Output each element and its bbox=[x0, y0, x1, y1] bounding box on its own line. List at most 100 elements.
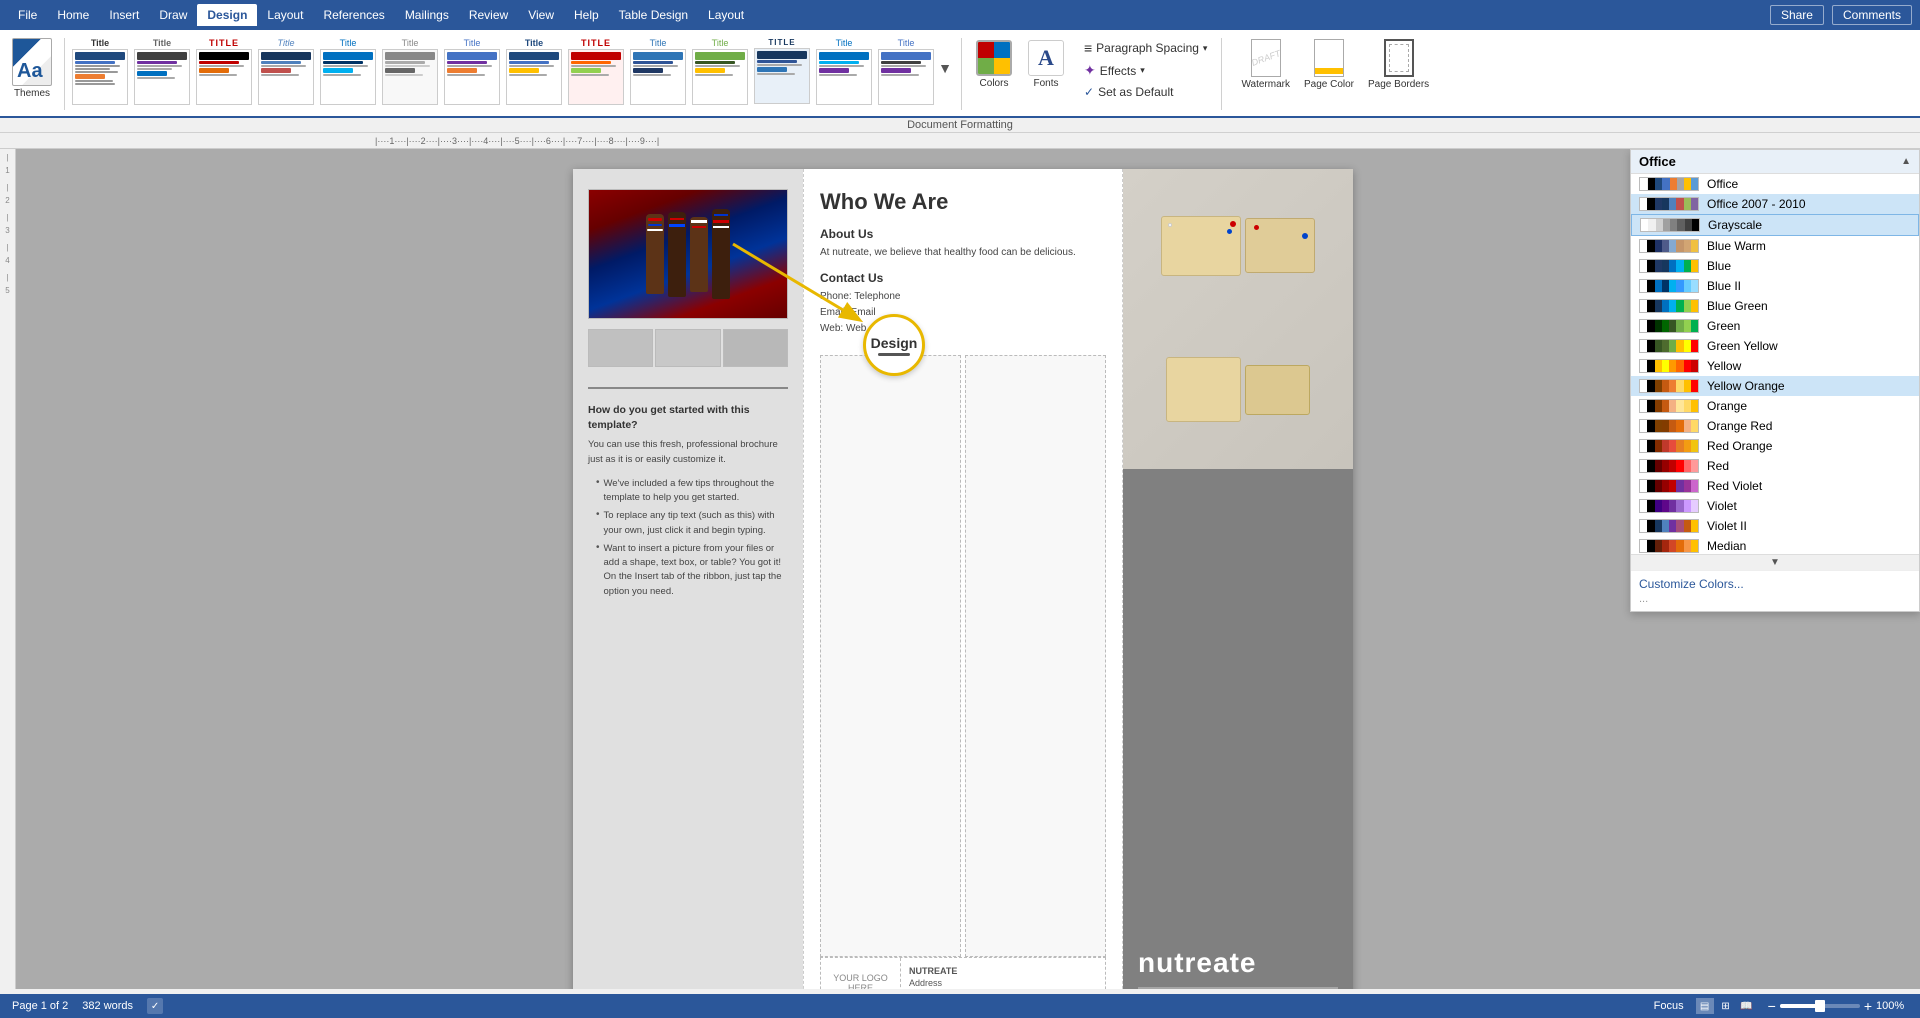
right-image bbox=[1123, 169, 1353, 469]
themes-label: Themes bbox=[14, 88, 50, 99]
colors-button[interactable]: Colors bbox=[970, 36, 1018, 93]
color-item-yellow-orange-label: Yellow Orange bbox=[1707, 379, 1785, 393]
view-read[interactable]: 📖 bbox=[1738, 998, 1756, 1014]
menu-layout2[interactable]: Layout bbox=[698, 4, 754, 26]
menu-help[interactable]: Help bbox=[564, 4, 609, 26]
theme-thumb-6[interactable]: Title bbox=[379, 36, 441, 107]
share-button[interactable]: Share bbox=[1770, 5, 1824, 25]
theme-thumb-14[interactable]: Title bbox=[875, 36, 937, 107]
theme-thumb-11[interactable]: Title bbox=[689, 36, 751, 107]
bullet1: We've included a few tips throughout the… bbox=[604, 477, 788, 506]
color-item-red[interactable]: Red bbox=[1631, 456, 1919, 476]
page-borders-button[interactable]: Page Borders bbox=[1365, 36, 1432, 93]
theme-thumb-3[interactable]: TITLE bbox=[193, 36, 255, 107]
view-web[interactable]: ⊞ bbox=[1717, 998, 1735, 1014]
about-title: About Us bbox=[820, 227, 1106, 241]
about-text: At nutreate, we believe that healthy foo… bbox=[820, 245, 1106, 261]
question-text: How do you get started with this templat… bbox=[588, 403, 788, 432]
paragraph-spacing-button[interactable]: ≡ Paragraph Spacing ▾ bbox=[1078, 38, 1213, 58]
color-item-yellow-orange[interactable]: Yellow Orange bbox=[1631, 376, 1919, 396]
color-item-office[interactable]: Office bbox=[1631, 174, 1919, 194]
zoom-level: 100% bbox=[1876, 1000, 1908, 1012]
logo-placeholder: YOUR LOGO HERE bbox=[829, 973, 892, 989]
color-item-blue2[interactable]: Blue II bbox=[1631, 276, 1919, 296]
view-print[interactable]: ▤ bbox=[1696, 998, 1714, 1014]
color-item-office2007[interactable]: Office 2007 - 2010 bbox=[1631, 194, 1919, 214]
answer-text: You can use this fresh, professional bro… bbox=[588, 438, 788, 467]
menu-review[interactable]: Review bbox=[459, 4, 518, 26]
panel-scroll-down[interactable]: ▼ bbox=[1770, 557, 1780, 568]
theme-thumb-9[interactable]: TITLE bbox=[565, 36, 627, 107]
theme-thumb-12[interactable]: TITLE bbox=[751, 36, 813, 106]
bullet2: To replace any tip text (such as this) w… bbox=[604, 509, 788, 538]
color-item-red-orange[interactable]: Red Orange bbox=[1631, 436, 1919, 456]
menu-home[interactable]: Home bbox=[47, 4, 99, 26]
panel-scroll-up[interactable]: ▲ bbox=[1901, 156, 1911, 167]
menu-design[interactable]: Design bbox=[197, 4, 257, 26]
theme-thumb-2[interactable]: Title bbox=[131, 36, 193, 107]
menu-mailings[interactable]: Mailings bbox=[395, 4, 459, 26]
effects-label: Effects bbox=[1100, 64, 1136, 78]
status-bar: Page 1 of 2 382 words ✓ Focus ▤ ⊞ 📖 − + … bbox=[0, 994, 1920, 1018]
theme-thumb-5[interactable]: Title bbox=[317, 36, 379, 107]
menu-layout[interactable]: Layout bbox=[257, 4, 313, 26]
menu-references[interactable]: References bbox=[313, 4, 394, 26]
color-item-green-yellow[interactable]: Green Yellow bbox=[1631, 336, 1919, 356]
zoom-in[interactable]: + bbox=[1864, 999, 1872, 1013]
menu-view[interactable]: View bbox=[518, 4, 564, 26]
menu-table-design[interactable]: Table Design bbox=[609, 4, 698, 26]
color-item-yellow[interactable]: Yellow bbox=[1631, 356, 1919, 376]
color-item-blue-green[interactable]: Blue Green bbox=[1631, 296, 1919, 316]
color-item-grayscale-label: Grayscale bbox=[1708, 218, 1762, 232]
fonts-label: Fonts bbox=[1033, 78, 1058, 89]
theme-thumb-8[interactable]: Title bbox=[503, 36, 565, 107]
color-item-blue-warm[interactable]: Blue Warm bbox=[1631, 236, 1919, 256]
menu-draw[interactable]: Draw bbox=[149, 4, 197, 26]
contact-web: Web: Web address bbox=[820, 321, 1106, 337]
proofing-icon: ✓ bbox=[147, 998, 163, 1014]
zoom-slider[interactable] bbox=[1780, 1004, 1860, 1008]
color-item-violet2[interactable]: Violet II bbox=[1631, 516, 1919, 536]
customize-colors-link[interactable]: Customize Colors... bbox=[1639, 577, 1911, 591]
address-line1: Address bbox=[909, 978, 981, 988]
color-item-office2007-label: Office 2007 - 2010 bbox=[1707, 197, 1806, 211]
document-formatting-label: Document Formatting bbox=[0, 118, 1920, 133]
food-image bbox=[588, 189, 788, 319]
color-item-orange-red[interactable]: Orange Red bbox=[1631, 416, 1919, 436]
theme-thumb-7[interactable]: Title bbox=[441, 36, 503, 107]
doc-heading: Who We Are bbox=[820, 189, 1106, 215]
word-count: 382 words bbox=[82, 1000, 133, 1012]
zoom-out[interactable]: − bbox=[1768, 999, 1776, 1013]
colors-label: Colors bbox=[980, 78, 1009, 89]
color-item-violet[interactable]: Violet bbox=[1631, 496, 1919, 516]
brand-name: nutreate bbox=[1138, 947, 1338, 979]
menu-file[interactable]: File bbox=[8, 4, 47, 26]
theme-thumb-1[interactable]: Title bbox=[69, 36, 131, 107]
focus-button[interactable]: Focus bbox=[1654, 1000, 1684, 1012]
fonts-button[interactable]: A Fonts bbox=[1022, 36, 1070, 93]
color-item-blue[interactable]: Blue bbox=[1631, 256, 1919, 276]
color-item-grayscale[interactable]: Grayscale bbox=[1631, 214, 1919, 236]
color-item-red-violet[interactable]: Red Violet bbox=[1631, 476, 1919, 496]
page-color-button[interactable]: Page Color bbox=[1301, 36, 1357, 93]
menu-insert[interactable]: Insert bbox=[99, 4, 149, 26]
page-borders-label: Page Borders bbox=[1368, 79, 1429, 90]
theme-thumb-10[interactable]: Title bbox=[627, 36, 689, 107]
watermark-button[interactable]: DRAFT Watermark bbox=[1238, 36, 1293, 93]
themes-scroll-down[interactable]: ▼ bbox=[937, 38, 953, 98]
color-item-median[interactable]: Median bbox=[1631, 536, 1919, 554]
set-as-default-label: Set as Default bbox=[1098, 85, 1173, 99]
themes-button[interactable]: Aa Themes bbox=[6, 34, 58, 103]
theme-thumb-13[interactable]: Title bbox=[813, 36, 875, 107]
watermark-label: Watermark bbox=[1241, 79, 1290, 90]
set-as-default-button[interactable]: ✓ Set as Default bbox=[1078, 83, 1213, 101]
contact-phone: Phone: Telephone bbox=[820, 289, 1106, 305]
effects-button[interactable]: ✦ Effects ▾ bbox=[1078, 60, 1213, 81]
contact-title: Contact Us bbox=[820, 271, 1106, 285]
company-name: NUTREATE bbox=[909, 966, 981, 976]
theme-thumb-4[interactable]: Title bbox=[255, 36, 317, 107]
comments-button[interactable]: Comments bbox=[1832, 5, 1912, 25]
color-item-orange[interactable]: Orange bbox=[1631, 396, 1919, 416]
colors-panel-title: Office bbox=[1639, 154, 1676, 169]
color-item-green[interactable]: Green bbox=[1631, 316, 1919, 336]
